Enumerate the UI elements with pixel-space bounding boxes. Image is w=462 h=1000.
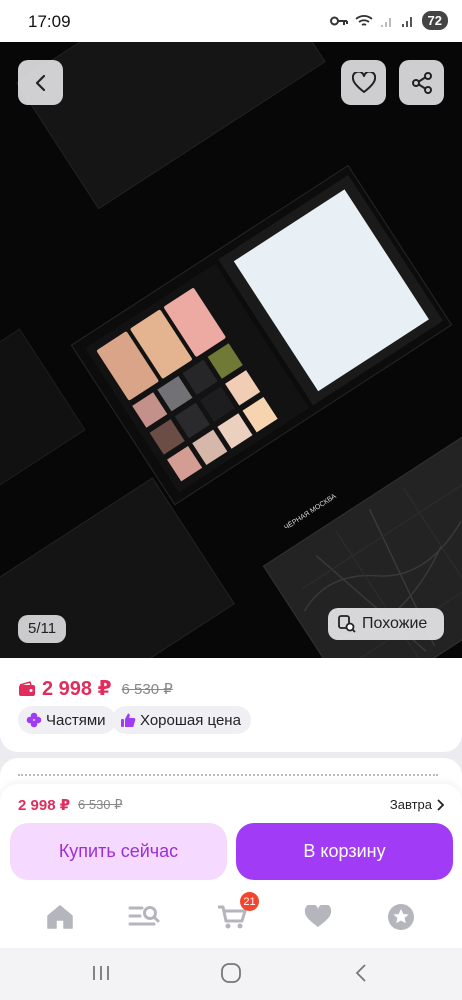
- installments-label: Частями: [46, 711, 106, 729]
- similar-search-icon: [338, 615, 356, 633]
- status-bar: 17:09 72: [0, 0, 462, 42]
- thumbs-up-icon: [121, 713, 136, 727]
- favorites-heart-icon: [304, 905, 332, 927]
- key-icon: [329, 16, 348, 25]
- description-text-peek: [18, 774, 438, 780]
- share-icon: [411, 71, 432, 94]
- chevron-right-icon: [437, 798, 444, 811]
- back-chevron-icon: [355, 964, 366, 982]
- battery-indicator: 72: [421, 11, 448, 30]
- wallet-icon: [19, 680, 35, 696]
- home-system-button[interactable]: [216, 960, 246, 986]
- product-gallery[interactable]: ЧЁРНАЯ МОСКВА 5/11 Похожие: [0, 42, 462, 658]
- recent-apps-button[interactable]: [86, 960, 116, 986]
- status-time: 17:09: [28, 12, 71, 31]
- favorite-button[interactable]: [341, 60, 386, 105]
- buy-panel: 2 998 ₽ 6 530 ₽ Завтра Купить сейчас В к…: [0, 784, 462, 888]
- back-system-button[interactable]: [346, 960, 376, 986]
- installments-badge[interactable]: Частями: [18, 706, 116, 734]
- heart-icon: [351, 71, 376, 93]
- catalog-search-icon: [128, 906, 160, 926]
- good-price-label: Хорошая цена: [140, 711, 241, 729]
- share-button[interactable]: [399, 60, 444, 105]
- app-screen: 17:09 72 ЧЁРНАЯ МОСКВА 5/11 Похожие 2 99…: [0, 0, 462, 1000]
- cart-count-badge: 21: [240, 892, 259, 911]
- recent-apps-icon: [93, 966, 109, 980]
- system-navigation-bar: [0, 948, 462, 1000]
- wifi-icon: [354, 14, 373, 26]
- delivery-date-link[interactable]: Завтра: [390, 797, 444, 812]
- home-icon: [47, 905, 73, 929]
- price-card: 2 998 ₽ 6 530 ₽ Частями Хорошая цена: [0, 658, 462, 752]
- profile-star-icon: [388, 904, 414, 930]
- similar-button[interactable]: Похожие: [328, 608, 444, 640]
- tab-catalog[interactable]: [127, 900, 161, 934]
- back-button[interactable]: [18, 60, 63, 105]
- similar-label: Похожие: [362, 615, 428, 632]
- panel-old-price: 6 530 ₽: [78, 797, 123, 812]
- tab-home[interactable]: [43, 900, 77, 934]
- current-price: 2 998 ₽: [42, 678, 112, 700]
- bottom-tab-bar: 21: [0, 888, 462, 948]
- good-price-badge[interactable]: Хорошая цена: [112, 706, 251, 734]
- panel-price: 2 998 ₽: [18, 797, 71, 814]
- tab-profile[interactable]: [384, 900, 418, 934]
- tab-favorites[interactable]: [301, 900, 335, 934]
- signal-icon-1: [380, 17, 391, 27]
- chevron-left-icon: [35, 74, 45, 91]
- add-to-cart-button[interactable]: В корзину: [236, 823, 453, 880]
- product-photo: ЧЁРНАЯ МОСКВА: [0, 42, 462, 658]
- old-price: 6 530 ₽: [121, 680, 173, 698]
- signal-icon-2: [401, 16, 412, 27]
- status-icons: 72: [329, 11, 448, 30]
- gallery-counter: 5/11: [18, 615, 67, 643]
- buy-now-button[interactable]: Купить сейчас: [10, 823, 227, 880]
- price-row: 2 998 ₽ 6 530 ₽: [18, 676, 173, 701]
- installments-icon: [26, 712, 42, 728]
- delivery-label: Завтра: [389, 797, 432, 812]
- home-circle-icon: [221, 963, 241, 983]
